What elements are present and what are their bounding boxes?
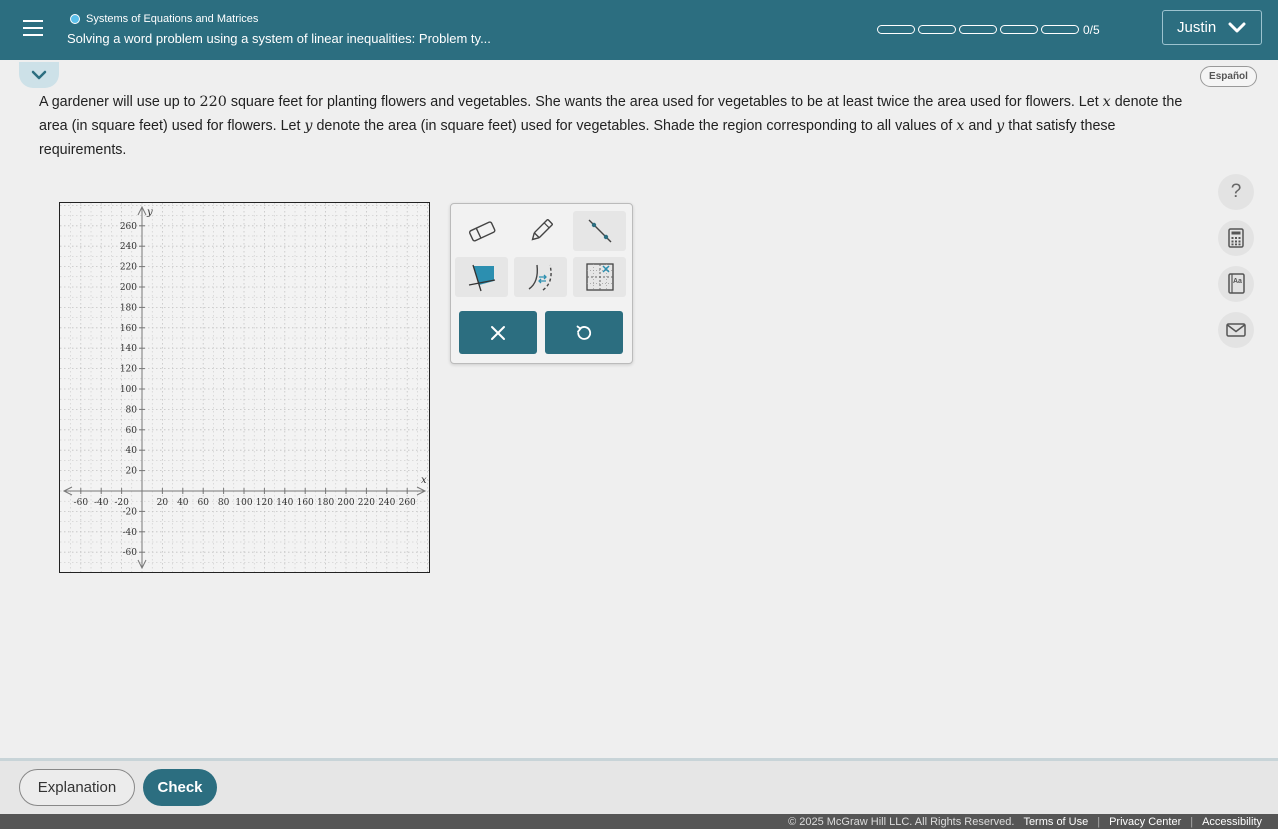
breadcrumb-label: Systems of Equations and Matrices [86, 13, 259, 25]
problem-text: A gardener will use up to [39, 94, 200, 110]
privacy-center-link[interactable]: Privacy Center [1109, 816, 1181, 828]
toggle-boundary-tool[interactable] [514, 257, 567, 297]
collapse-header-button[interactable] [19, 62, 59, 88]
y-tick-label: 20 [126, 467, 138, 477]
calculator-button[interactable] [1218, 220, 1254, 256]
x-tick-label: 160 [297, 498, 314, 508]
user-name: Justin [1177, 19, 1217, 36]
dictionary-button[interactable]: Aa [1218, 266, 1254, 302]
shade-region-icon [468, 264, 495, 292]
x-tick-label: 180 [317, 498, 334, 508]
y-tick-label: 100 [120, 385, 137, 395]
graphing-tool-palette [450, 203, 633, 364]
shade-region-tool[interactable] [455, 257, 508, 297]
pencil-icon [531, 219, 553, 241]
graph-area[interactable]: -60 -40 -20 20 40 60 80 100 120 140 160 180 200 220 24… [59, 202, 430, 573]
move-grid-icon [585, 263, 614, 291]
line-tool[interactable] [573, 211, 626, 251]
progress-bar [877, 25, 1079, 34]
espanol-language-button[interactable]: Español [1200, 66, 1257, 87]
y-tick-label: 60 [126, 426, 138, 436]
close-icon [491, 325, 505, 340]
footer: © 2025 McGraw Hill LLC. All Rights Reser… [0, 814, 1278, 829]
breadcrumb: Systems of Equations and Matrices [70, 13, 258, 25]
problem-variable: x [1102, 94, 1111, 110]
copyright-text: © 2025 McGraw Hill LLC. All Rights Reser… [788, 815, 1015, 828]
mail-icon [1226, 323, 1246, 337]
problem-variable: y [304, 118, 313, 134]
x-tick-label: 200 [337, 498, 354, 508]
undo-icon [576, 325, 592, 340]
terms-of-use-link[interactable]: Terms of Use [1023, 816, 1088, 828]
x-tick-label: -60 [74, 498, 89, 508]
problem-text: square feet for planting flowers and veg… [226, 94, 1103, 110]
y-tick-label: 240 [120, 242, 137, 252]
progress-segment [877, 25, 915, 34]
chevron-down-icon [1228, 22, 1246, 32]
top-bar: Systems of Equations and Matrices Solvin… [0, 0, 1278, 60]
x-tick-label: 140 [276, 498, 293, 508]
y-tick-label: 40 [126, 446, 138, 456]
check-button[interactable]: Check [143, 769, 217, 806]
x-tick-label: 20 [157, 498, 169, 508]
help-button[interactable]: ? [1218, 174, 1254, 210]
explanation-button[interactable]: Explanation [19, 769, 135, 806]
y-axis-label: y [146, 207, 153, 218]
dictionary-label: Aa [1233, 278, 1242, 285]
progress-count: 0/5 [1083, 23, 1100, 37]
accessibility-link[interactable]: Accessibility [1202, 816, 1262, 828]
eraser-icon [468, 221, 495, 242]
progress-segment [918, 25, 956, 34]
x-tick-label: 40 [177, 498, 189, 508]
y-tick-label: 120 [120, 365, 137, 375]
footer-separator: | [1190, 815, 1194, 828]
y-tick-label: 180 [120, 303, 137, 313]
y-tick-label: 80 [126, 405, 138, 415]
x-tick-label: 120 [256, 498, 273, 508]
progress-segment [1000, 25, 1038, 34]
user-menu-button[interactable]: Justin [1162, 10, 1262, 45]
topic-status-dot-icon [70, 14, 80, 24]
problem-text: and [964, 118, 997, 134]
problem-statement: A gardener will use up to 220 square fee… [39, 90, 1189, 162]
progress-segment [959, 25, 997, 34]
hamburger-menu-button[interactable] [15, 11, 51, 45]
page-title: Solving a word problem using a system of… [67, 31, 491, 46]
x-tick-label: 100 [235, 498, 252, 508]
toggle-boundary-icon [528, 264, 552, 291]
problem-text: denote the area (in square feet) used fo… [312, 118, 957, 134]
pencil-tool[interactable] [514, 211, 567, 251]
y-tick-label: 260 [120, 222, 137, 232]
progress-segment [1041, 25, 1079, 34]
coordinate-plane[interactable]: -60 -40 -20 20 40 60 80 100 120 140 160 180 200 220 24… [60, 203, 429, 572]
x-tick-label: 260 [399, 498, 416, 508]
y-tick-label: 160 [120, 324, 137, 334]
x-tick-label: 240 [378, 498, 395, 508]
message-button[interactable] [1218, 312, 1254, 348]
y-tick-label: 200 [120, 283, 137, 293]
undo-button[interactable] [545, 311, 623, 354]
y-tick-label: 220 [120, 263, 137, 273]
line-icon [588, 219, 611, 243]
move-grid-tool[interactable] [573, 257, 626, 297]
x-axis-label: x [421, 475, 427, 486]
calculator-icon [1228, 228, 1244, 248]
footer-separator: | [1097, 815, 1101, 828]
y-tick-label: -40 [123, 528, 138, 538]
y-tick-label: -20 [123, 507, 138, 517]
clear-button[interactable] [459, 311, 537, 354]
eraser-tool[interactable] [455, 211, 508, 251]
x-tick-label: 220 [358, 498, 375, 508]
x-tick-label: -40 [94, 498, 109, 508]
y-tick-label: 140 [120, 344, 137, 354]
problem-value: 220 [199, 94, 227, 110]
chevron-down-icon [31, 70, 47, 80]
y-tick-label: -60 [123, 548, 138, 558]
x-tick-label: 60 [197, 498, 209, 508]
x-tick-label: 80 [218, 498, 230, 508]
help-icon: ? [1230, 181, 1242, 202]
